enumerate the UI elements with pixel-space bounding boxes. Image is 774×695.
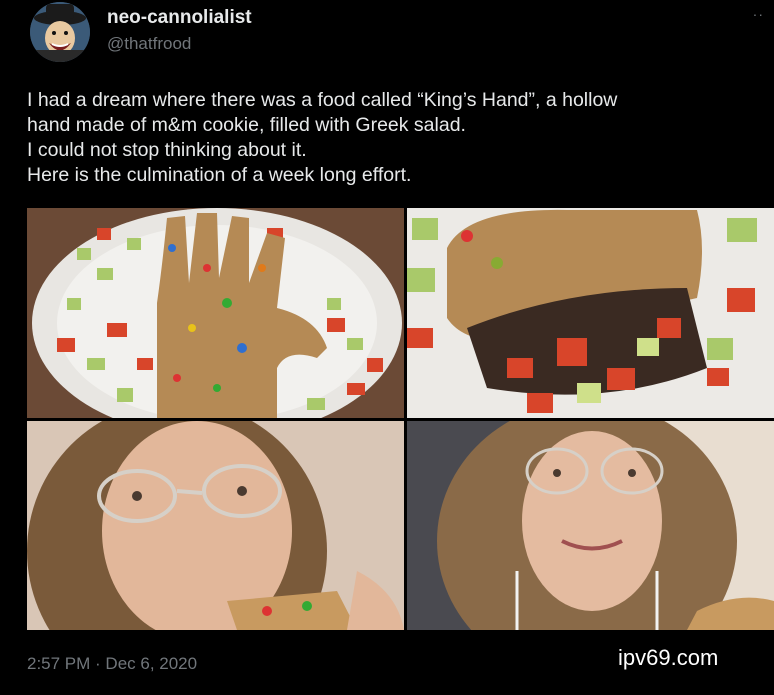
tweet-line: I could not stop thinking about it. xyxy=(27,139,307,161)
watermark: ipv69.com xyxy=(618,645,719,670)
cut-cookie-photo[interactable] xyxy=(407,208,774,418)
avatar[interactable] xyxy=(30,2,90,62)
more-options-icon[interactable]: ·· xyxy=(753,6,764,22)
tweet-line: Here is the culmination of a week long e… xyxy=(27,164,412,186)
tweet-text: I had a dream where there was a food cal… xyxy=(27,88,757,188)
tweet-line: I had a dream where there was a food cal… xyxy=(27,89,618,111)
cookie-hand-photo[interactable] xyxy=(27,208,404,418)
person-smiling-photo[interactable] xyxy=(407,421,774,630)
user-handle[interactable]: @thatfrood xyxy=(107,34,191,54)
media-grid xyxy=(27,208,774,630)
tweet-timestamp[interactable]: 2:57 PM · Dec 6, 2020 xyxy=(27,654,197,674)
display-name[interactable]: neo-cannolialist xyxy=(107,7,252,29)
tweet-line: hand made of m&m cookie, filled with Gre… xyxy=(27,114,466,136)
cartoon-character-avatar-icon xyxy=(30,2,90,62)
person-eating-photo[interactable] xyxy=(27,421,404,630)
